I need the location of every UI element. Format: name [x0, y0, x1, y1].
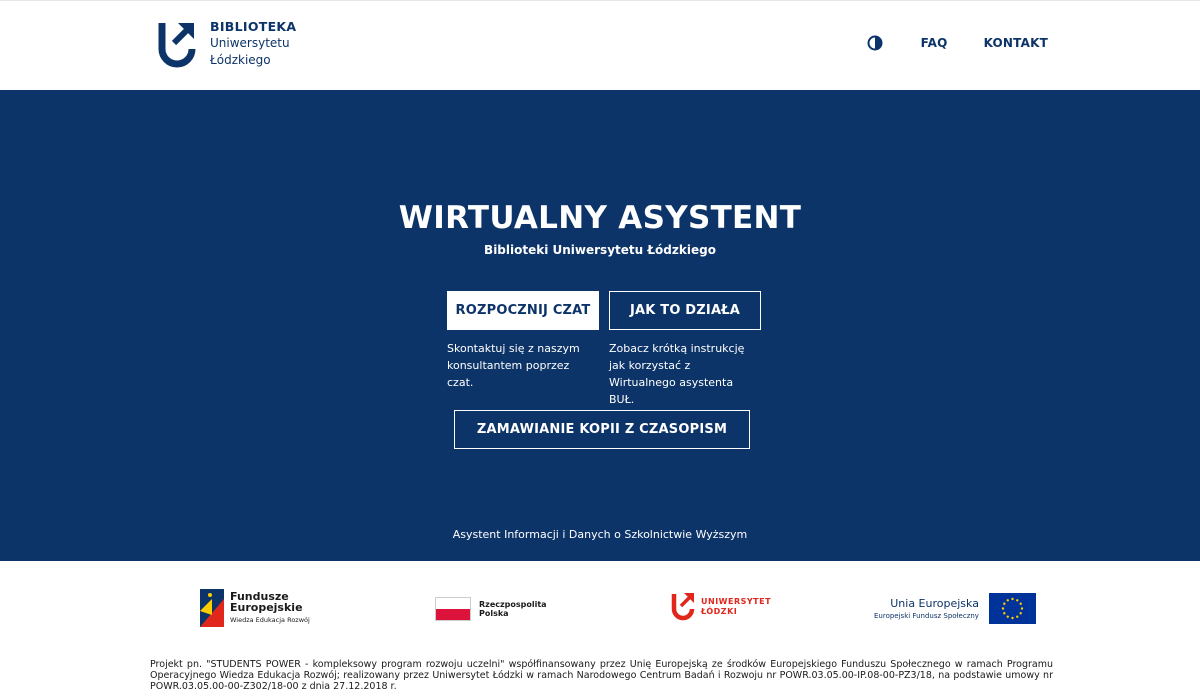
logo-line-3: Łódzkiego [210, 53, 271, 67]
start-chat-button[interactable]: ROZPOCZNIJ CZAT [447, 291, 599, 330]
logo-line-2: Uniwersytetu [210, 36, 290, 50]
rp-line-2: Polska [479, 609, 509, 618]
library-logo-text: BIBLIOTEKA Uniwersytetu Łódzkiego [210, 19, 296, 68]
polish-flag-icon [435, 597, 471, 621]
eu-flag-icon [988, 593, 1036, 624]
fundusze-europejskie-icon [200, 589, 224, 627]
ue-line-1: Unia Europejska [890, 597, 979, 610]
ul-line-1: UNIWERSYTET [701, 597, 772, 606]
ul-line-2: ŁÓDZKI [701, 607, 738, 616]
nav-faq-link[interactable]: FAQ [921, 36, 948, 50]
nav-kontakt-link[interactable]: KONTAKT [984, 36, 1048, 50]
how-it-works-button[interactable]: JAK TO DZIAŁA [609, 291, 761, 330]
site-header: BIBLIOTEKA Uniwersytetu Łódzkiego FAQ KO… [0, 0, 1200, 90]
main-nav: FAQ KONTAKT [867, 35, 1048, 51]
fundusze-europejskie-logo: Fundusze Europejskie Wiedza Edukacja Roz… [200, 589, 310, 627]
order-journal-copies-button[interactable]: ZAMAWIANIE KOPII Z CZASOPISM [454, 410, 750, 449]
logo-line-1: BIBLIOTEKA [210, 19, 297, 34]
assistant-footer-text: Asystent Informacji i Danych o Szkolnict… [452, 528, 748, 541]
project-funding-note: Projekt pn. "STUDENTS POWER - kompleksow… [150, 659, 1053, 692]
ue-line-2: Europejski Fundusz Społeczny [874, 612, 979, 620]
uniwersytet-lodzki-icon [671, 593, 695, 621]
page-title: WIRTUALNY ASYSTENT [398, 200, 802, 236]
fe-line-2: Europejskie [230, 600, 303, 614]
hero-section: WIRTUALNY ASYSTENT Biblioteki Uniwersyte… [0, 90, 1200, 561]
rzeczpospolita-polska-logo: Rzeczpospolita Polska [435, 597, 547, 621]
library-logo-icon [158, 23, 196, 68]
how-it-works-description: Zobacz krótką instrukcję jak korzystać z… [609, 342, 745, 406]
fe-line-1: Fundusze [230, 589, 289, 603]
page-subtitle: Biblioteki Uniwersytetu Łódzkiego [484, 243, 716, 257]
uniwersytet-lodzki-logo: UNIWERSYTET ŁÓDZKI [670, 591, 771, 623]
start-chat-description: Skontaktuj się z naszym konsultantem pop… [447, 342, 580, 389]
contrast-icon[interactable] [867, 35, 883, 51]
funding-logos: Fundusze Europejskie Wiedza Edukacja Roz… [0, 561, 1200, 655]
library-logo[interactable]: BIBLIOTEKA Uniwersytetu Łódzkiego [156, 19, 296, 71]
rp-line-1: Rzeczpospolita [479, 600, 547, 609]
fe-line-3: Wiedza Edukacja Rozwój [230, 615, 310, 624]
unia-europejska-logo: Unia Europejska Europejski Fundusz Społe… [874, 593, 1036, 624]
